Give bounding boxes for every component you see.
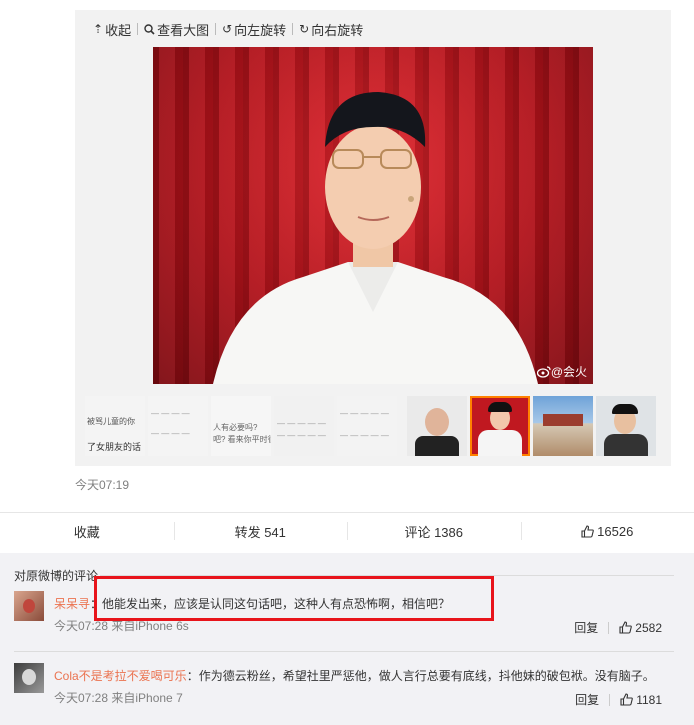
thumbnail-4[interactable]: — — — — — — — — — — bbox=[274, 396, 334, 456]
photo-viewer: ⇡ 收起 查看大图 ↺ 向左旋转 ↻ 向右旋转 @会火 被骂儿童的你 了女朋友的… bbox=[75, 10, 671, 466]
thumbs-up-icon bbox=[581, 524, 594, 538]
thumbnail-3[interactable]: 人有必要吗? 吧? 看来你平时很 bbox=[211, 396, 271, 456]
rotate-left-button[interactable]: ↺ 向左旋转 bbox=[222, 20, 286, 39]
repost-button[interactable]: 转发 541 bbox=[173, 514, 348, 548]
comments-section-title: 对原微博的评论 bbox=[14, 569, 99, 583]
rotate-left-icon: ↺ bbox=[222, 22, 233, 36]
post-timestamp[interactable]: 今天07:19 bbox=[75, 476, 129, 493]
weibo-logo-icon bbox=[536, 365, 551, 378]
favorite-button[interactable]: 收藏 bbox=[0, 514, 174, 548]
thumbnail-5[interactable]: — — — — — — — — — — bbox=[337, 396, 397, 456]
reply-button[interactable]: 回复 bbox=[574, 619, 598, 636]
thumbs-up-icon bbox=[619, 621, 633, 634]
comment-actions: 回复 2582 bbox=[574, 619, 662, 636]
highlight-box bbox=[94, 576, 494, 621]
comment-username[interactable]: Cola不是考拉不爱喝可乐 bbox=[54, 669, 187, 683]
thumbs-up-icon bbox=[620, 693, 634, 706]
comment-meta: 今天07:28 来自iPhone 7 bbox=[54, 691, 183, 705]
image-toolbar: ⇡ 收起 查看大图 ↺ 向左旋转 ↻ 向右旋转 bbox=[93, 19, 363, 39]
comment-like-button[interactable]: 2582 bbox=[619, 621, 662, 635]
avatar[interactable] bbox=[14, 591, 44, 621]
rotate-right-button[interactable]: ↻ 向右旋转 bbox=[299, 20, 363, 39]
person-illustration bbox=[213, 92, 538, 384]
like-button[interactable]: 16526 bbox=[520, 514, 694, 548]
comment-text: ：作为德云粉丝，希望社里严惩他，做人言行总要有底线，抖他妹的破包袱。没有脑子。 bbox=[186, 669, 655, 683]
thumbnail-7-selected[interactable] bbox=[470, 396, 530, 456]
comment-actions: 回复 1181 bbox=[575, 691, 662, 708]
collapse-button[interactable]: ⇡ 收起 bbox=[93, 20, 131, 39]
divider bbox=[609, 693, 611, 706]
post-actions-bar: 收藏 转发 541 评论 1386 16526 bbox=[0, 514, 694, 548]
toolbar-divider bbox=[215, 23, 217, 35]
view-large-button[interactable]: 查看大图 bbox=[144, 20, 209, 39]
toolbar-divider bbox=[292, 23, 294, 35]
toolbar-divider bbox=[137, 23, 139, 35]
rotate-right-icon: ↻ bbox=[299, 22, 310, 36]
thumbnail-2[interactable]: — — — — — — — — bbox=[148, 396, 208, 456]
divider bbox=[608, 621, 610, 634]
thumbnail-6[interactable] bbox=[407, 396, 467, 456]
reply-button[interactable]: 回复 bbox=[575, 691, 599, 708]
divider bbox=[14, 651, 674, 652]
comment-like-button[interactable]: 1181 bbox=[620, 693, 662, 707]
comment-button[interactable]: 评论 1386 bbox=[347, 514, 521, 548]
comment-username[interactable]: 呆呆寻 bbox=[54, 597, 90, 611]
search-icon bbox=[144, 23, 155, 35]
thumbnail-1[interactable]: 被骂儿童的你 了女朋友的话 bbox=[85, 396, 145, 456]
thumbnail-9[interactable] bbox=[596, 396, 656, 456]
image-watermark: @会火 bbox=[536, 363, 587, 380]
collapse-up-icon: ⇡ bbox=[93, 22, 104, 36]
thumbnail-strip: 被骂儿童的你 了女朋友的话 — — — — — — — — 人有必要吗? 吧? … bbox=[85, 396, 671, 456]
avatar[interactable] bbox=[14, 663, 44, 693]
main-photo[interactable]: @会火 bbox=[153, 47, 593, 384]
divider bbox=[0, 512, 694, 513]
thumbnail-8[interactable] bbox=[533, 396, 593, 456]
